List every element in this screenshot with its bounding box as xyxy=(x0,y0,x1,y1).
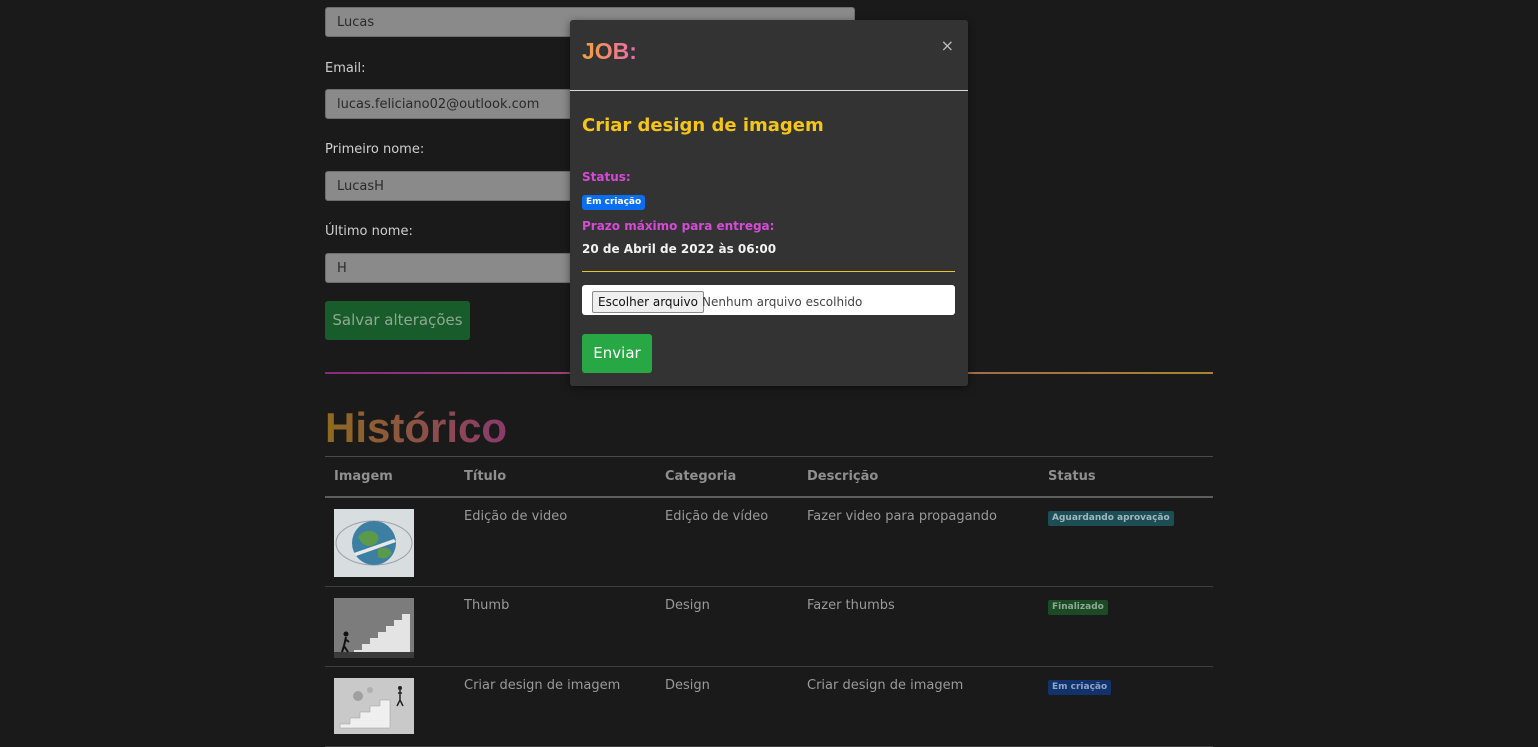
history-table: Imagem Título Categoria Descrição Status xyxy=(325,456,1213,747)
submit-button[interactable]: Enviar xyxy=(582,334,652,373)
status-cell: Em criação xyxy=(1039,666,1213,747)
email-label: Email: xyxy=(325,61,366,76)
file-status-text: Nenhum arquivo escolhido xyxy=(702,295,863,309)
file-upload-input[interactable]: Escolher arquivo Nenhum arquivo escolhid… xyxy=(582,285,955,315)
column-header-description: Descrição xyxy=(798,456,1039,498)
status-label: Status: xyxy=(582,170,631,184)
last-name-label: Último nome: xyxy=(325,224,413,239)
growth-stairs-thumbnail xyxy=(334,677,414,734)
modal-divider xyxy=(582,271,955,272)
first-name-label: Primeiro nome: xyxy=(325,142,425,157)
description-cell: Criar design de imagem xyxy=(798,666,1039,747)
deadline-label: Prazo máximo para entrega: xyxy=(582,219,775,233)
title-cell: Criar design de imagem xyxy=(455,666,656,747)
status-badge: Em criação xyxy=(582,195,646,210)
globe-airplane-thumbnail xyxy=(334,509,414,577)
column-header-title: Título xyxy=(455,456,656,498)
status-badge: Finalizado xyxy=(1048,599,1108,615)
save-changes-button[interactable]: Salvar alterações xyxy=(325,301,470,340)
history-title: Histórico xyxy=(325,404,508,451)
table-header-row: Imagem Título Categoria Descrição Status xyxy=(325,456,1213,498)
category-cell: Design xyxy=(656,586,798,667)
table-row[interactable]: Edição de video Edição de vídeo Fazer vi… xyxy=(325,497,1213,587)
status-cell: Aguardando aprovação xyxy=(1039,497,1213,587)
column-header-status: Status xyxy=(1039,456,1213,498)
modal-header-divider xyxy=(570,90,968,91)
title-cell: Thumb xyxy=(455,586,656,667)
description-cell: Fazer thumbs xyxy=(798,586,1039,667)
job-name: Criar design de imagem xyxy=(582,115,824,136)
category-cell: Design xyxy=(656,666,798,747)
table-row[interactable]: Thumb Design Fazer thumbs Finalizado xyxy=(325,586,1213,667)
image-cell xyxy=(325,586,455,667)
column-header-category: Categoria xyxy=(656,456,798,498)
close-icon[interactable]: × xyxy=(941,36,954,55)
choose-file-button[interactable]: Escolher arquivo xyxy=(592,291,704,313)
status-badge: Aguardando aprovação xyxy=(1048,511,1174,526)
deadline-value: 20 de Abril de 2022 às 06:00 xyxy=(582,242,777,256)
title-cell: Edição de video xyxy=(455,497,656,587)
stairs-climber-thumbnail xyxy=(334,597,414,658)
table-row[interactable]: Criar design de imagem Design Criar desi… xyxy=(325,666,1213,747)
image-cell xyxy=(325,666,455,747)
status-badge: Em criação xyxy=(1048,679,1112,695)
image-cell xyxy=(325,497,455,587)
column-header-image: Imagem xyxy=(325,456,455,498)
job-modal: JOB: × Criar design de imagem Status: Em… xyxy=(570,20,968,386)
category-cell: Edição de vídeo xyxy=(656,497,798,587)
status-cell: Finalizado xyxy=(1039,586,1213,667)
modal-title: JOB: xyxy=(582,38,637,64)
description-cell: Fazer video para propagando xyxy=(798,497,1039,587)
